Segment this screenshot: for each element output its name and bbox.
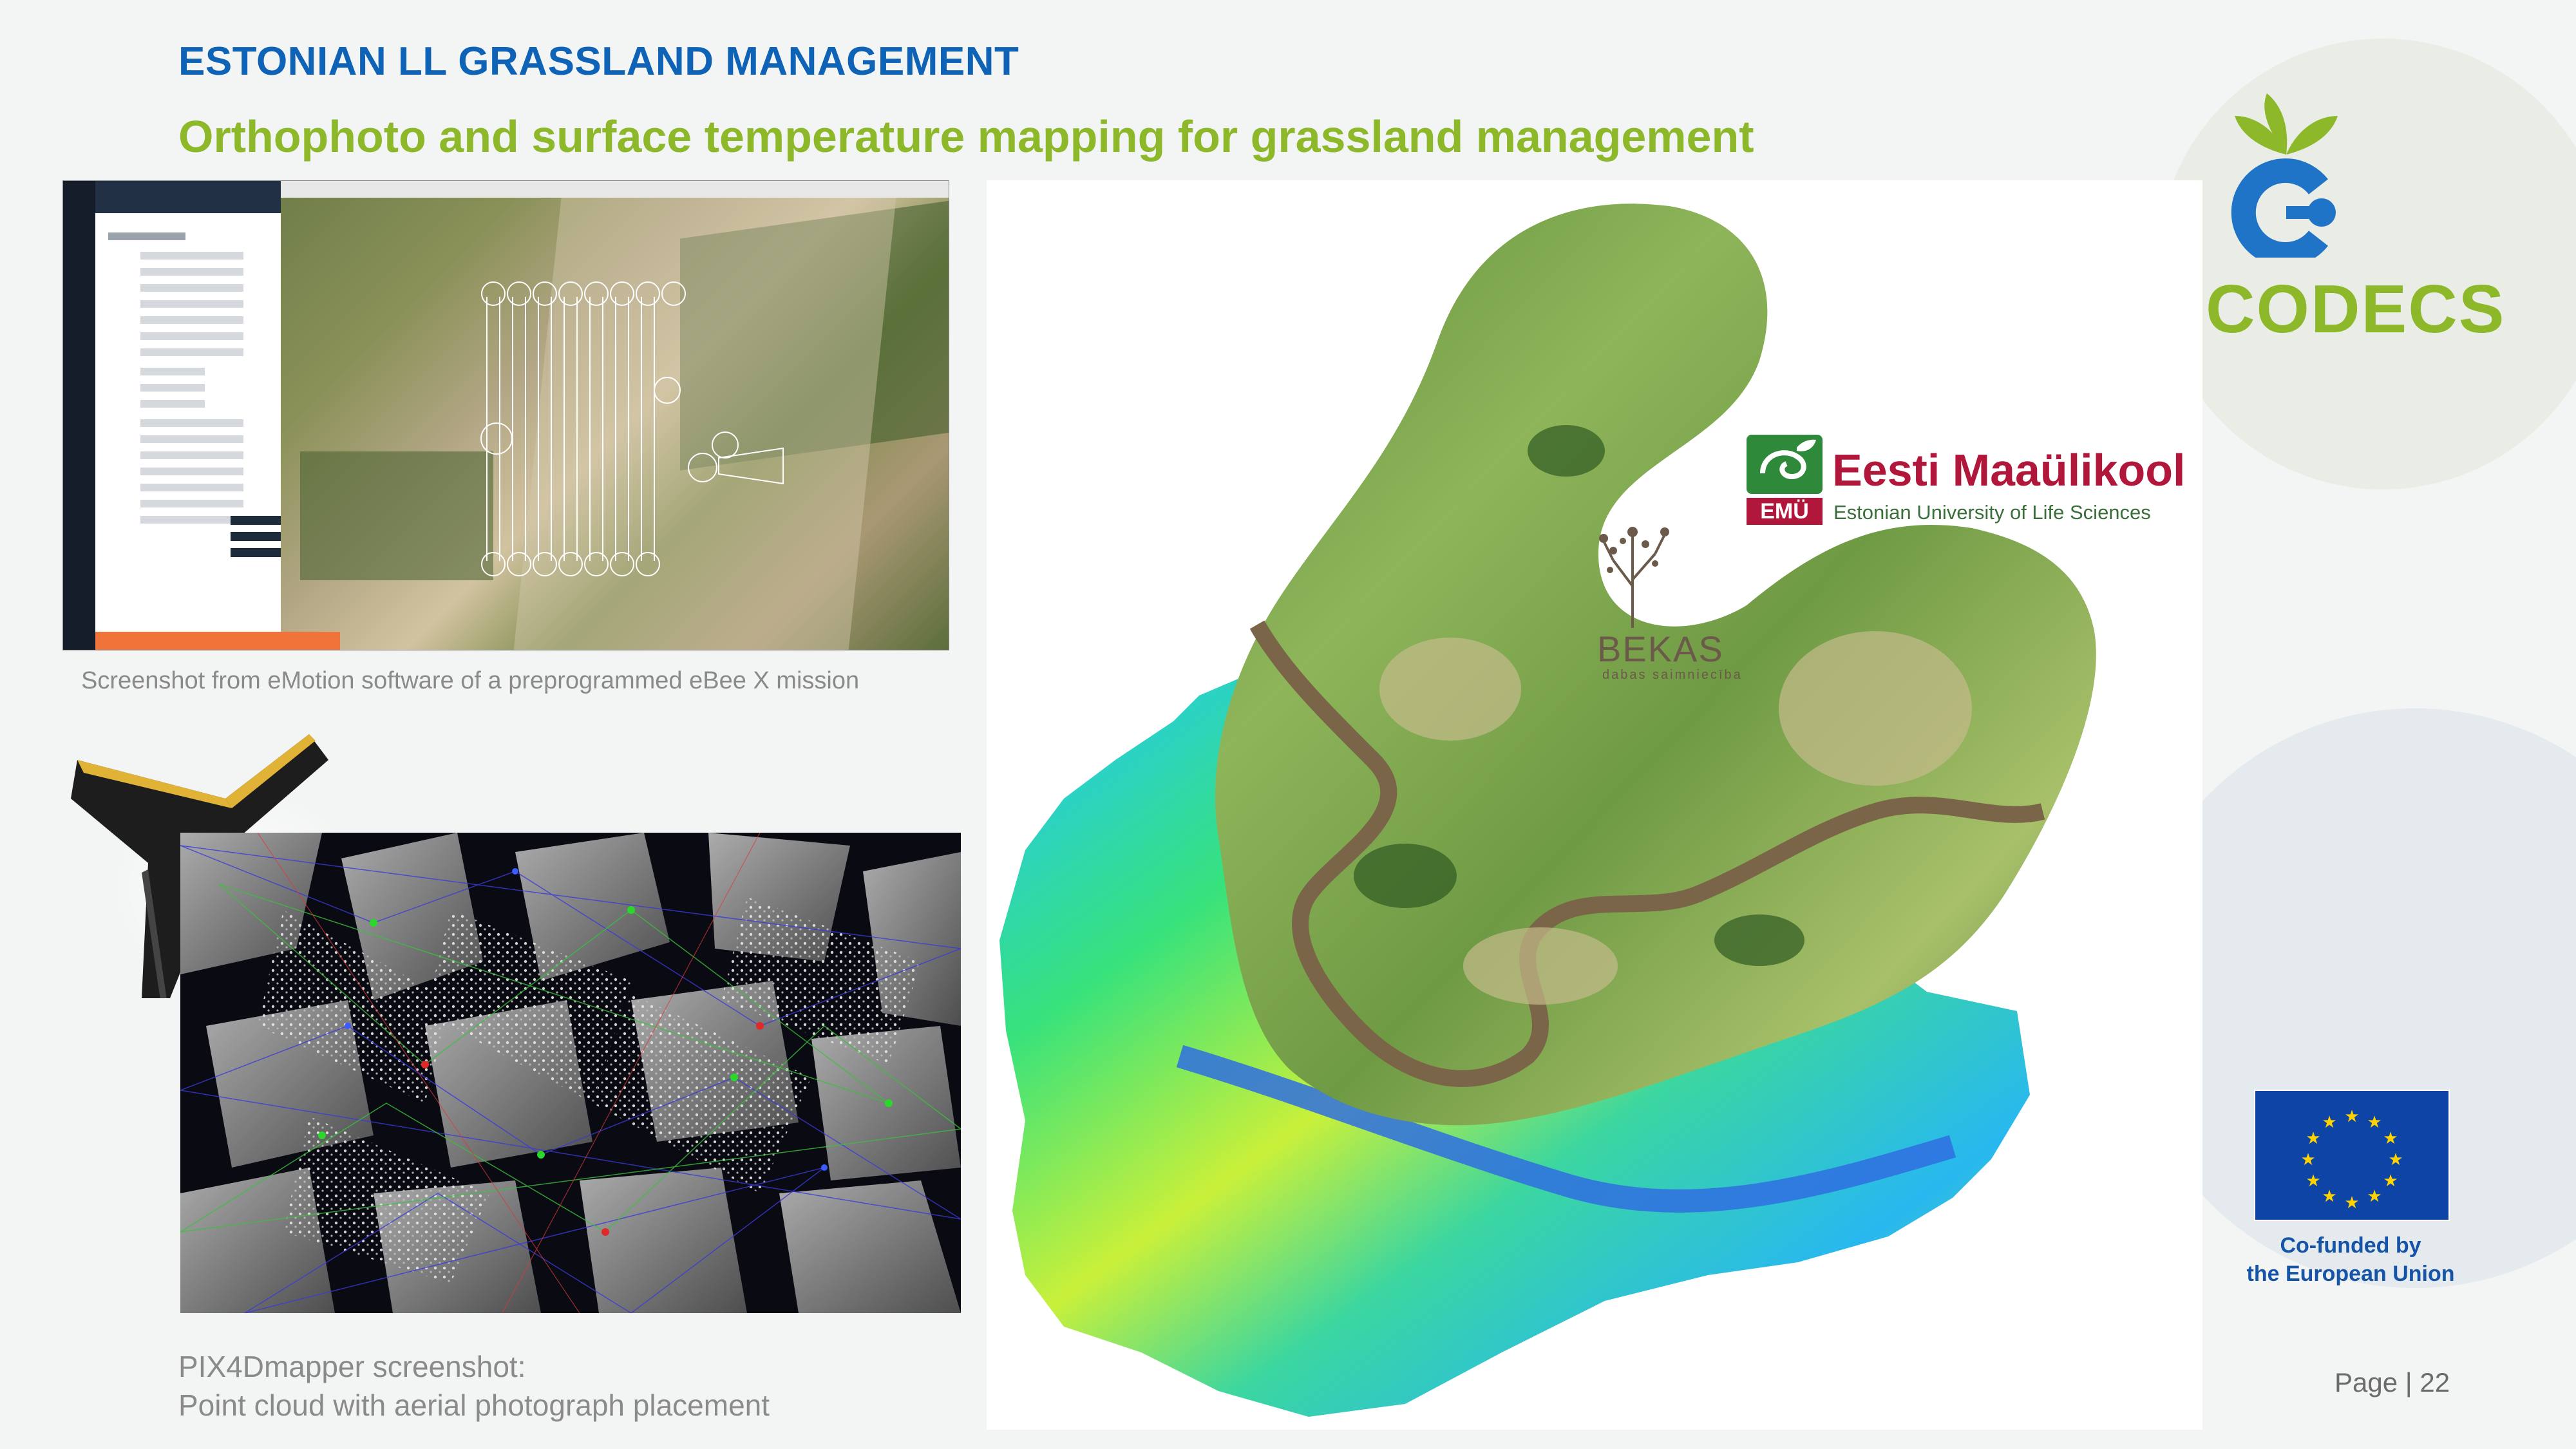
emotion-satellite-map bbox=[281, 181, 949, 650]
eu-cofunded-text: Co-funded by the European Union bbox=[2228, 1231, 2473, 1288]
panel-row bbox=[140, 400, 205, 408]
codecs-logo-icon bbox=[2231, 93, 2338, 258]
orthophoto-thermal-map bbox=[987, 180, 2202, 1430]
svg-text:★: ★ bbox=[2306, 1129, 2320, 1148]
bekas-subtitle: dabas saimniecība bbox=[1602, 668, 1743, 682]
emotion-screenshot bbox=[62, 180, 949, 650]
slide-title: Orthophoto and surface temperature mappi… bbox=[178, 111, 1754, 162]
panel-row bbox=[140, 268, 243, 276]
panel-row bbox=[140, 419, 243, 427]
svg-text:★: ★ bbox=[2322, 1113, 2336, 1132]
svg-text:★: ★ bbox=[2367, 1113, 2382, 1132]
emu-logo-icon bbox=[1747, 435, 1823, 494]
pix4d-caption-line2: Point cloud with aerial photograph place… bbox=[178, 1388, 770, 1422]
svg-text:★: ★ bbox=[2383, 1129, 2398, 1148]
svg-text:★: ★ bbox=[2388, 1150, 2403, 1170]
emotion-status-bar bbox=[95, 632, 340, 650]
eu-flag: ★ ★ ★ ★ ★ ★ ★ ★ ★ ★ ★ ★ bbox=[2254, 1090, 2450, 1221]
eu-line2: the European Union bbox=[2246, 1262, 2455, 1286]
svg-text:★: ★ bbox=[2383, 1171, 2398, 1191]
svg-text:★: ★ bbox=[2367, 1187, 2382, 1206]
panel-row bbox=[140, 368, 205, 375]
emotion-caption: Screenshot from eMotion software of a pr… bbox=[81, 667, 860, 694]
bekas-tree-icon bbox=[1599, 527, 1669, 628]
svg-text:★: ★ bbox=[2300, 1150, 2315, 1170]
pix4d-screenshot bbox=[180, 833, 961, 1313]
panel-row bbox=[140, 435, 243, 443]
panel-row bbox=[140, 468, 243, 475]
panel-row bbox=[140, 316, 243, 324]
svg-text:★: ★ bbox=[2344, 1107, 2359, 1126]
pix4d-caption: PIX4Dmapper screenshot: Point cloud with… bbox=[178, 1347, 887, 1425]
panel-row bbox=[140, 451, 243, 459]
panel-row bbox=[108, 232, 185, 240]
bekas-name: BEKAS bbox=[1597, 629, 1724, 669]
panel-row bbox=[140, 300, 243, 308]
codecs-wordmark: CODECS bbox=[2206, 271, 2506, 347]
emu-subtitle: Estonian University of Life Sciences bbox=[1833, 501, 2151, 524]
emotion-map-toolbar bbox=[281, 181, 949, 198]
svg-text:★: ★ bbox=[2306, 1171, 2320, 1191]
flight-lines bbox=[480, 281, 784, 576]
emu-mark: EMÜ bbox=[1747, 498, 1823, 525]
svg-text:★: ★ bbox=[2344, 1193, 2359, 1213]
section-title: ESTONIAN LL GRASSLAND MANAGEMENT bbox=[178, 39, 1019, 84]
pix4d-point-cloud bbox=[180, 833, 961, 1313]
eu-line1: Co-funded by bbox=[2280, 1233, 2421, 1258]
emu-name: Eesti Maaülikool bbox=[1832, 445, 2186, 495]
eu-stars-icon: ★ ★★ ★★★ ★★★ ★★★ bbox=[2300, 1107, 2403, 1213]
panel-row bbox=[140, 348, 243, 356]
svg-text:★: ★ bbox=[2322, 1187, 2336, 1206]
pix4d-caption-line1: PIX4Dmapper screenshot: bbox=[178, 1350, 526, 1383]
panel-row bbox=[140, 384, 205, 392]
map-graphic bbox=[999, 204, 2096, 1417]
panel-row bbox=[140, 484, 243, 491]
panel-row bbox=[140, 252, 243, 260]
panel-row bbox=[140, 516, 243, 524]
emotion-sidebar-rail bbox=[63, 181, 95, 650]
page-number: Page | 22 bbox=[2334, 1367, 2450, 1397]
panel-row bbox=[140, 332, 243, 340]
panel-row bbox=[140, 500, 243, 507]
panel-row bbox=[140, 284, 243, 292]
